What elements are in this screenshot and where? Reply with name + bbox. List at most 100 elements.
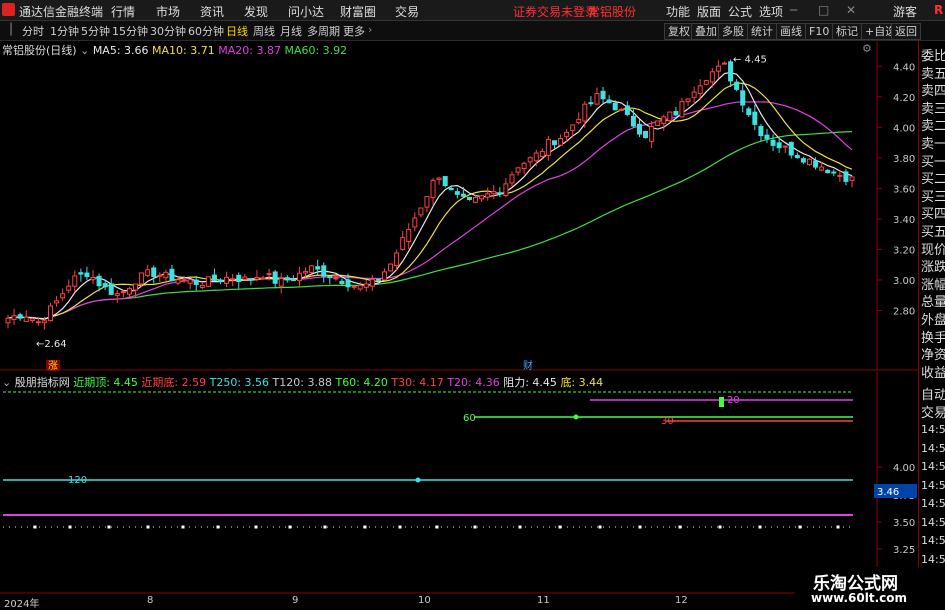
panel-tab[interactable]: 自动 — [921, 384, 945, 403]
candle — [454, 191, 460, 195]
period-more[interactable]: 更多 — [343, 23, 365, 39]
candle — [667, 111, 673, 122]
indicator-t30: T30: 4.17 — [391, 376, 444, 389]
candle — [539, 151, 545, 157]
candle — [23, 316, 29, 322]
menu-xuanxiang[interactable]: 选项 — [759, 3, 783, 20]
quote-label: 买四 — [921, 207, 945, 223]
candle — [606, 99, 612, 104]
dropdown-icon[interactable]: ⌄ — [80, 44, 89, 57]
quote-label: 买三 — [921, 189, 945, 205]
btn-biaoji[interactable]: 标记 — [832, 23, 862, 40]
indicator-chart[interactable]: 206030120 4.003.753.503.253.003.46 — [0, 372, 918, 594]
period-multi[interactable]: 多周期 — [307, 23, 340, 39]
floor-dot — [678, 525, 682, 529]
trade-time: 14:56 — [921, 552, 945, 566]
candle — [139, 272, 145, 285]
panel-tab[interactable]: 交易 — [921, 402, 945, 421]
candle — [794, 154, 800, 159]
menu-gongneng[interactable]: 功能 — [666, 3, 690, 20]
candle — [388, 263, 394, 272]
main-chart-header: 常铝股份(日线) ⌄ MA5: 3.66 MA10: 3.71 MA20: 3.… — [2, 42, 347, 58]
sub-y-tick: 4.00 — [893, 463, 915, 474]
menu-hangqing[interactable]: 行情 — [111, 3, 135, 20]
candle — [35, 321, 41, 324]
period-fenshi[interactable]: 分时 — [22, 23, 44, 39]
period-15min[interactable]: 15分钟 — [112, 23, 148, 39]
btn-back[interactable]: 返回 — [891, 23, 921, 40]
candle — [460, 193, 466, 197]
period-weekly[interactable]: 周线 — [253, 23, 275, 39]
btn-duogu[interactable]: 多股 — [718, 23, 748, 40]
close-icon[interactable]: ✕ — [846, 3, 856, 17]
menu-shichang[interactable]: 市场 — [156, 3, 180, 20]
floor-dot — [836, 525, 840, 529]
y-tick: 3.00 — [893, 276, 915, 287]
candle — [418, 207, 424, 216]
quote-label: 总量 — [921, 295, 945, 311]
menu-faxian[interactable]: 发现 — [244, 3, 268, 20]
corner-r-icon[interactable]: R — [934, 3, 943, 17]
candle — [375, 278, 381, 281]
candle — [479, 195, 485, 200]
candle — [290, 279, 296, 282]
btn-huaxian[interactable]: 画线 — [776, 23, 806, 40]
candle — [545, 138, 551, 156]
candle — [133, 283, 139, 291]
period-5min[interactable]: 5分钟 — [81, 23, 110, 39]
candle — [29, 318, 35, 321]
candlestick-chart[interactable]: ← 4.45 ←2.64 涨 财 4.40 4.20 4.00 3.80 3.60 3.40 3.… — [0, 41, 918, 371]
btn-f10[interactable]: F10 — [805, 23, 834, 40]
indicator-dropdown-icon[interactable]: ⌄ — [2, 376, 11, 389]
chevron-right-icon[interactable]: › — [368, 23, 372, 36]
period-monthly[interactable]: 月线 — [280, 23, 302, 39]
collapse-icon[interactable]: ▕ — [3, 23, 11, 36]
user-login[interactable]: 游客 — [893, 3, 917, 20]
settings-icon[interactable]: ⚙ — [862, 42, 872, 55]
maximize-icon[interactable]: □ — [818, 3, 829, 17]
quote-label: 卖五 — [921, 66, 945, 82]
trade-login-notice[interactable]: 证券交易未登录 — [513, 3, 597, 20]
candle — [709, 71, 715, 83]
ma10-label: MA10: 3.71 — [152, 44, 215, 57]
candle — [497, 192, 503, 195]
menu-banmian[interactable]: 版面 — [697, 3, 721, 20]
btn-fuquan[interactable]: 复权 — [664, 23, 694, 40]
btn-tongji[interactable]: 统计 — [747, 23, 777, 40]
period-60min[interactable]: 60分钟 — [188, 23, 224, 39]
indicator-t250: T250: 3.56 — [209, 376, 270, 389]
minimize-icon[interactable]: ─ — [790, 3, 797, 17]
candle — [679, 101, 685, 118]
btn-diejia[interactable]: 叠加 — [691, 23, 721, 40]
candle — [649, 126, 655, 142]
candle — [588, 102, 594, 105]
candle — [509, 174, 515, 184]
floor-dot — [638, 525, 642, 529]
trade-time: 14:56 — [921, 515, 945, 529]
y-tick: 3.20 — [893, 245, 915, 256]
indicator-t120: T120: 3.88 — [272, 376, 332, 389]
floor-dot — [216, 525, 220, 529]
candle — [770, 139, 776, 146]
period-30min[interactable]: 30分钟 — [150, 23, 186, 39]
candle — [837, 174, 843, 177]
candle — [849, 176, 855, 181]
candle — [84, 272, 90, 278]
indicator-header: ⌄ 殷朋指标网 近期顶: 4.45 近期底: 2.59 T250: 3.56 T… — [2, 374, 603, 390]
candle — [303, 271, 309, 274]
menu-gongshi[interactable]: 公式 — [728, 3, 752, 20]
menu-jiaoyi[interactable]: 交易 — [395, 3, 419, 20]
menu-caifuquan[interactable]: 财富圈 — [340, 3, 376, 20]
floor-dot — [323, 525, 327, 529]
quote-label: 卖三 — [921, 101, 945, 117]
candle — [752, 111, 758, 125]
candle — [758, 126, 764, 137]
candle — [697, 85, 703, 95]
menu-zixun[interactable]: 资讯 — [200, 3, 224, 20]
period-daily[interactable]: 日线 — [226, 23, 248, 39]
menu-wenxiaoda[interactable]: 问小达 — [288, 3, 324, 20]
period-1min[interactable]: 1分钟 — [50, 23, 79, 39]
zhang-marker: 涨 — [48, 360, 58, 371]
candle — [661, 116, 667, 124]
x-label-dec: 12 — [675, 595, 688, 606]
